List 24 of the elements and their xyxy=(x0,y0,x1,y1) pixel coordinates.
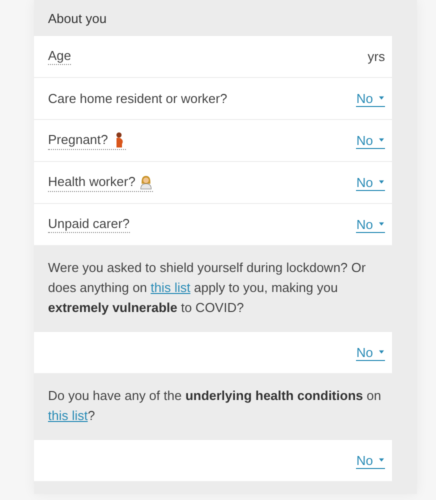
field-label: Care home resident or worker? xyxy=(48,90,228,106)
select-dropdown[interactable]: No xyxy=(356,452,385,468)
caret-icon xyxy=(379,96,384,100)
field-label: Health worker? xyxy=(48,174,136,189)
caret-icon xyxy=(379,222,384,226)
caret-icon xyxy=(379,180,384,184)
unit-label: yrs xyxy=(368,49,385,64)
health-worker-icon xyxy=(139,174,154,190)
select-dropdown[interactable]: No xyxy=(356,216,385,232)
question-text: Were you asked to shield yourself during lockdown? Or does anything on this list apply to you, making you extremely vulnerable to COVID? xyxy=(47,259,367,317)
select-dropdown[interactable]: No xyxy=(356,344,385,360)
select-dropdown[interactable]: No xyxy=(356,132,385,148)
field-label: Pregnant? xyxy=(48,132,108,147)
select-dropdown[interactable]: No xyxy=(356,174,385,190)
field-label: Unpaid carer? xyxy=(48,216,130,231)
caret-icon xyxy=(379,350,384,354)
field-label: Age xyxy=(48,48,72,65)
caret-icon xyxy=(379,138,384,142)
caret-icon xyxy=(379,458,384,462)
list-link[interactable]: this list xyxy=(48,408,88,423)
list-link[interactable]: this list xyxy=(150,280,190,295)
section-title: About you xyxy=(48,10,107,26)
select-dropdown[interactable]: No xyxy=(356,90,385,106)
question-text: Do you have any of the underlying health conditions on this list? xyxy=(47,387,382,425)
